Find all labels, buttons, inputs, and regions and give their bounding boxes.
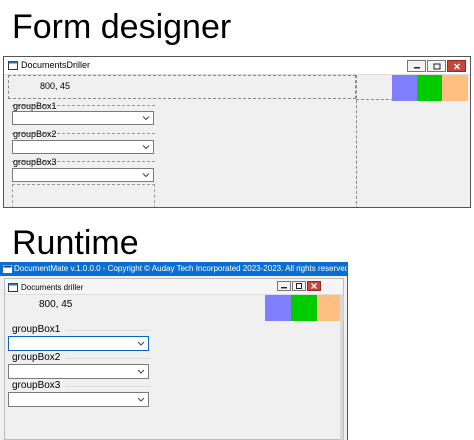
group-box-1-border: [65, 330, 151, 331]
runtime-app-title: DocumentMate v.1.0.0.0 - Copyright © Aud…: [14, 264, 348, 273]
designer-window: DocumentsDriller 800, 45 groupBox1 group…: [3, 56, 471, 208]
group-box-1-label: groupBox1: [12, 324, 61, 335]
group-box-3-label: groupBox3: [13, 157, 57, 167]
group-box-3-combobox[interactable]: [12, 168, 154, 182]
window-icon: [8, 61, 18, 70]
window-icon: [3, 265, 12, 273]
runtime-heading: Runtime: [12, 224, 139, 262]
chevron-down-icon: [137, 397, 145, 402]
minimize-icon: [281, 287, 287, 289]
chevron-down-icon: [142, 116, 150, 121]
color-swatch-green[interactable]: [291, 295, 317, 321]
coordinates-label: 800, 45: [40, 81, 71, 91]
designer-titlebar: DocumentsDriller: [4, 57, 470, 75]
chevron-down-icon: [137, 341, 145, 346]
color-swatch-blue[interactable]: [392, 75, 417, 101]
minimize-button[interactable]: [277, 281, 291, 291]
group-box-2-border: [65, 358, 151, 359]
group-box-1-label: groupBox1: [13, 101, 57, 111]
group-box-1-combobox[interactable]: [8, 336, 149, 351]
coordinates-label: 800, 45: [39, 299, 73, 310]
runtime-child-window: Documents driller 800, 45 groupBox1 grou…: [4, 278, 344, 440]
maximize-button[interactable]: [292, 281, 306, 291]
group-box-2-label: groupBox2: [12, 352, 61, 363]
group-box-3-border: [65, 386, 151, 387]
color-swatch-blue[interactable]: [265, 295, 291, 321]
runtime-app-titlebar: DocumentMate v.1.0.0.0 - Copyright © Aud…: [0, 262, 347, 276]
designer-window-title: DocumentsDriller: [21, 60, 91, 70]
close-icon: [311, 283, 317, 289]
maximize-button[interactable]: [427, 60, 446, 72]
runtime-window-title: Documents driller: [21, 283, 84, 292]
chevron-down-icon: [137, 369, 145, 374]
close-icon: [453, 63, 460, 69]
window-icon: [8, 283, 18, 292]
chevron-down-icon: [142, 173, 150, 178]
group-box-2-label: groupBox2: [13, 129, 57, 139]
maximize-icon: [296, 283, 302, 289]
close-button[interactable]: [447, 60, 466, 72]
scrollbar[interactable]: [340, 295, 343, 440]
group-box-3-label: groupBox3: [12, 380, 61, 391]
close-button[interactable]: [307, 281, 321, 291]
runtime-child-titlebar: Documents driller: [5, 279, 343, 295]
minimize-button[interactable]: [407, 60, 426, 72]
maximize-icon: [433, 63, 440, 69]
group-box-3-combobox[interactable]: [8, 392, 149, 407]
chevron-down-icon: [142, 145, 150, 150]
color-swatch-orange[interactable]: [442, 75, 468, 101]
runtime-window: DocumentMate v.1.0.0.0 - Copyright © Aud…: [0, 262, 348, 440]
group-box-1-combobox[interactable]: [12, 111, 154, 125]
minimize-icon: [413, 67, 420, 69]
color-swatch-green[interactable]: [417, 75, 442, 101]
form-designer-heading: Form designer: [12, 8, 232, 46]
group-box-2-combobox[interactable]: [12, 140, 154, 154]
group-box-2-combobox[interactable]: [8, 364, 149, 379]
designer-lower-panel: [12, 184, 155, 207]
